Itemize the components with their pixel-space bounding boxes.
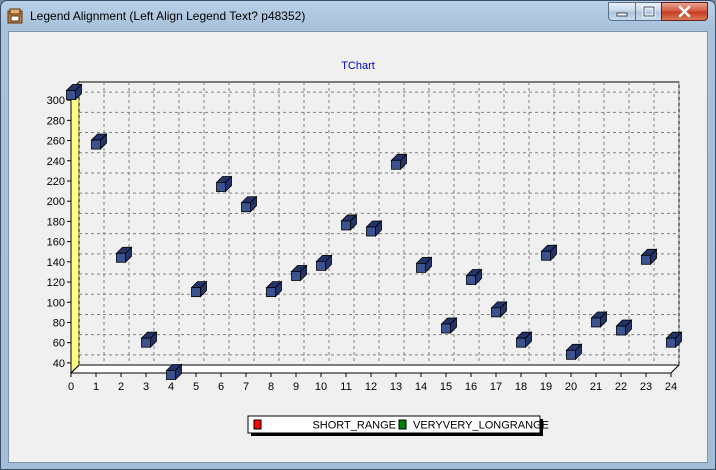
- x-tick-label: 6: [218, 381, 224, 393]
- chart-floor: [69, 364, 681, 374]
- y-tick-label: 160: [47, 237, 65, 249]
- x-tick-label: 16: [465, 381, 477, 393]
- y-tick-label: 120: [47, 277, 65, 289]
- y-tick-label: 300: [47, 95, 65, 107]
- data-point-face: [391, 159, 401, 170]
- x-tick-label: 4: [168, 381, 174, 393]
- y-tick-label: 80: [53, 317, 65, 329]
- close-icon: [678, 5, 691, 18]
- x-tick-label: 10: [315, 381, 327, 393]
- data-point-face: [366, 226, 376, 237]
- data-point-face: [616, 325, 626, 336]
- data-point-face: [291, 271, 301, 281]
- chart[interactable]: TChart4060801001201401601802002202402602…: [9, 32, 707, 462]
- x-tick-label: 21: [590, 381, 602, 393]
- x-tick-label: 0: [68, 381, 74, 393]
- data-point-face: [566, 349, 576, 360]
- chart-left-wall: [70, 80, 80, 375]
- x-tick-label: 13: [390, 381, 402, 393]
- y-tick-label: 60: [53, 338, 65, 350]
- data-point-face: [541, 250, 551, 261]
- y-tick-label: 40: [53, 358, 65, 370]
- app-icon: [7, 8, 23, 24]
- data-point-face: [666, 337, 676, 348]
- x-tick-label: 23: [640, 381, 652, 393]
- chart-title: TChart: [341, 60, 375, 72]
- data-point-face: [266, 287, 276, 298]
- data-point-face: [641, 254, 651, 265]
- title-bar[interactable]: Legend Alignment (Left Align Legend Text…: [1, 1, 715, 31]
- y-tick-label: 220: [47, 176, 65, 188]
- data-point-face: [91, 139, 101, 150]
- x-tick-label: 1: [93, 381, 99, 393]
- x-tick-label: 5: [193, 381, 199, 393]
- data-point-face: [516, 337, 526, 348]
- x-tick-label: 14: [415, 381, 427, 393]
- y-tick-label: 260: [47, 136, 65, 148]
- y-tick-label: 280: [47, 115, 65, 127]
- data-point-face: [191, 287, 201, 298]
- x-tick-label: 7: [243, 381, 249, 393]
- y-tick-label: 180: [47, 216, 65, 228]
- legend-swatch: [398, 419, 407, 430]
- x-tick-label: 19: [540, 381, 552, 393]
- legend-swatch: [253, 419, 262, 430]
- x-tick-label: 2: [118, 381, 124, 393]
- x-tick-label: 9: [293, 381, 299, 393]
- data-point-face: [441, 323, 451, 334]
- y-tick-label: 240: [47, 156, 65, 168]
- x-tick-label: 3: [143, 381, 149, 393]
- data-point-face: [416, 262, 426, 273]
- chart-panel[interactable]: TChart 40 60 80 100 120 140 160 180 200 220 240 260 2…: [8, 31, 708, 463]
- maximize-button[interactable]: [635, 2, 662, 21]
- maximize-icon: [642, 5, 656, 18]
- y-tick-label: 140: [47, 257, 65, 269]
- data-point-face: [141, 337, 151, 348]
- x-tick-label: 22: [615, 381, 627, 393]
- data-point-face: [466, 275, 476, 285]
- y-tick-label: 100: [47, 297, 65, 309]
- legend-item-label[interactable]: VERYVERY_LONGRANGE: [413, 420, 549, 432]
- legend-item-label[interactable]: SHORT_RANGE: [312, 420, 396, 432]
- x-tick-label: 15: [440, 381, 452, 393]
- x-tick-label: 8: [268, 381, 274, 393]
- data-point-face: [341, 220, 351, 231]
- data-point-face: [216, 182, 226, 192]
- data-point-face: [116, 252, 126, 263]
- y-tick-label: 200: [47, 196, 65, 208]
- minimize-icon: [616, 12, 628, 17]
- data-point-face: [491, 307, 501, 318]
- x-tick-label: 17: [490, 381, 502, 393]
- x-tick-label: 20: [565, 381, 577, 393]
- window-title: Legend Alignment (Left Align Legend Text…: [30, 9, 306, 23]
- x-tick-label: 11: [340, 381, 351, 393]
- minimize-button[interactable]: [608, 2, 636, 21]
- x-tick-label: 24: [665, 381, 677, 393]
- app-window: Legend Alignment (Left Align Legend Text…: [0, 0, 716, 470]
- x-tick-label: 12: [365, 381, 377, 393]
- data-point-face: [66, 90, 76, 100]
- close-button[interactable]: [661, 2, 708, 21]
- data-point-face: [166, 370, 176, 380]
- data-point-face: [316, 260, 326, 271]
- data-point-face: [241, 202, 251, 213]
- x-tick-label: 18: [515, 381, 527, 393]
- data-point-face: [591, 317, 601, 328]
